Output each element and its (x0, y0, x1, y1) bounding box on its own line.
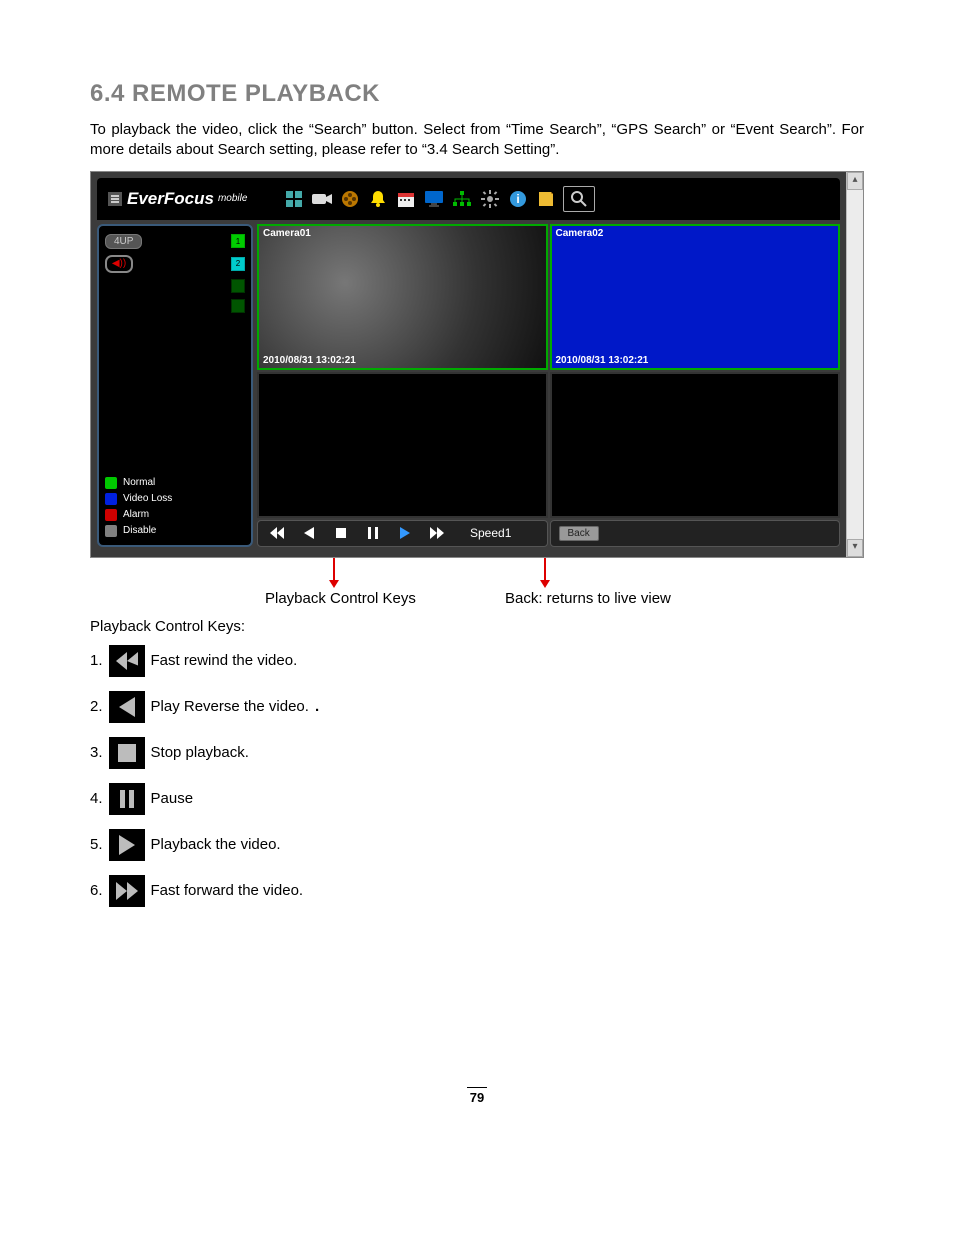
playback-control-bar: Speed1 (257, 520, 548, 547)
play-icon (109, 829, 145, 861)
camera-tile-3[interactable] (257, 372, 548, 518)
key-item: 2. Play Reverse the video.. (90, 691, 864, 723)
pause-button[interactable] (366, 526, 380, 540)
key-item: 1. Fast rewind the video. (90, 645, 864, 677)
section-heading: 6.4 REMOTE PLAYBACK (90, 80, 864, 108)
back-button[interactable]: Back (559, 526, 599, 541)
annotation-back: Back: returns to live view (505, 590, 671, 607)
left-panel: 4UP 1 ◀)) 2 Normal Video Loss Alarm (97, 224, 253, 547)
play-reverse-button[interactable] (302, 526, 316, 540)
scroll-down-icon[interactable]: ▾ (847, 539, 863, 557)
fast-rewind-icon (109, 645, 145, 677)
fast-rewind-button[interactable] (270, 526, 284, 540)
brand-logo: EverFocus mobile (107, 189, 247, 209)
gear-icon[interactable] (479, 188, 501, 210)
legend-item: Video Loss (105, 493, 245, 505)
key-item: 3. Stop playback. (90, 737, 864, 769)
annotations: Playback Control Keys Back: returns to l… (90, 558, 864, 614)
keys-heading: Playback Control Keys: (90, 618, 864, 635)
note-icon[interactable] (535, 188, 557, 210)
channel-3[interactable] (231, 279, 245, 293)
legend-item: Disable (105, 525, 245, 537)
camera-grid: Camera01 2010/08/31 13:02:21 Camera02 20… (257, 224, 840, 547)
stop-button[interactable] (334, 526, 348, 540)
annotation-playback: Playback Control Keys (265, 590, 416, 607)
camera-icon[interactable] (311, 188, 333, 210)
info-icon[interactable]: i (507, 188, 529, 210)
scroll-up-icon[interactable]: ▴ (847, 172, 863, 190)
monitor-icon[interactable] (423, 188, 445, 210)
key-item: 4. Pause (90, 783, 864, 815)
keys-list: 1. Fast rewind the video. 2. Play Revers… (90, 645, 864, 907)
channel-1[interactable]: 1 (231, 234, 245, 248)
section-number: 6.4 (90, 80, 125, 107)
channel-2[interactable]: 2 (231, 257, 245, 271)
fast-forward-button[interactable] (430, 526, 444, 540)
intro-paragraph: To playback the video, click the “Search… (90, 120, 864, 161)
fast-forward-icon (109, 875, 145, 907)
app-toolbar: EverFocus mobile i (97, 178, 840, 220)
grid-icon[interactable] (283, 188, 305, 210)
channel-4[interactable] (231, 299, 245, 313)
speaker-icon[interactable]: ◀)) (105, 255, 133, 273)
play-button[interactable] (398, 526, 412, 540)
calendar-icon[interactable] (395, 188, 417, 210)
camera-tile-2[interactable]: Camera02 2010/08/31 13:02:21 (550, 224, 841, 370)
camera-tile-1[interactable]: Camera01 2010/08/31 13:02:21 (257, 224, 548, 370)
screenshot: EverFocus mobile i 4U (90, 171, 864, 558)
film-icon[interactable] (339, 188, 361, 210)
key-item: 5. Playback the video. (90, 829, 864, 861)
layout-4up-button[interactable]: 4UP (105, 234, 142, 249)
back-cell: Back (550, 520, 841, 547)
svg-text:i: i (517, 192, 520, 206)
network-icon[interactable] (451, 188, 473, 210)
scrollbar[interactable]: ▴ ▾ (846, 172, 863, 557)
stop-icon (109, 737, 145, 769)
page-number: 79 (90, 1087, 864, 1105)
play-reverse-icon (109, 691, 145, 723)
search-icon[interactable] (563, 186, 595, 212)
speed-label: Speed1 (470, 526, 511, 540)
key-item: 6. Fast forward the video. (90, 875, 864, 907)
legend: Normal Video Loss Alarm Disable (105, 477, 245, 537)
legend-item: Normal (105, 477, 245, 489)
bell-icon[interactable] (367, 188, 389, 210)
section-title-text: REMOTE PLAYBACK (132, 80, 380, 107)
legend-item: Alarm (105, 509, 245, 521)
pause-icon (109, 783, 145, 815)
camera-tile-4[interactable] (550, 372, 841, 518)
